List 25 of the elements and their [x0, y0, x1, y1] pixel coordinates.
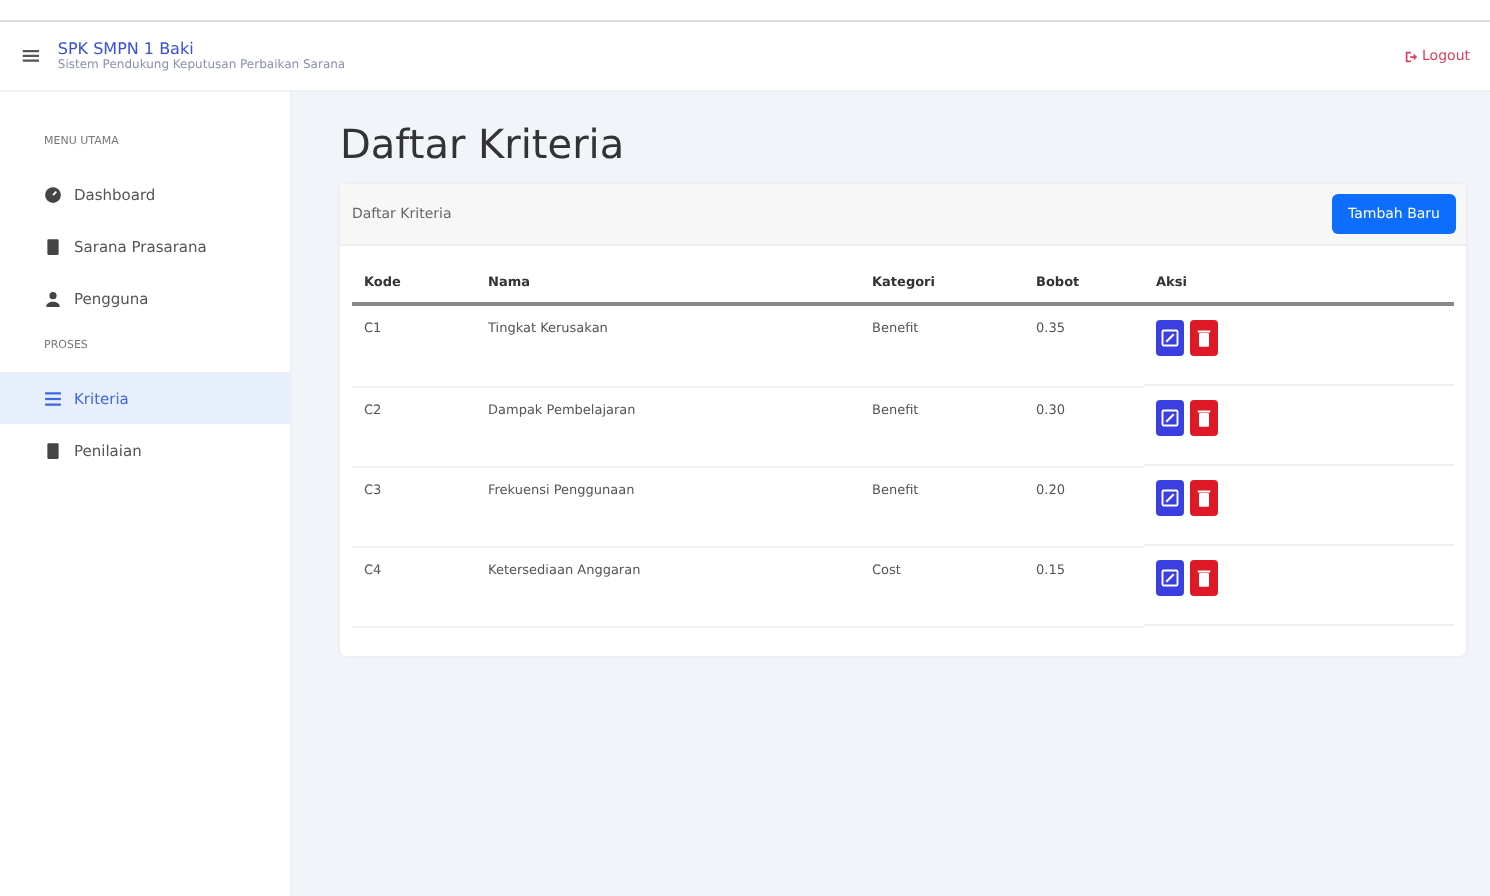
edit-icon	[1160, 328, 1180, 348]
delete-button[interactable]	[1190, 320, 1218, 356]
edit-button[interactable]	[1156, 320, 1184, 356]
trash-icon	[1194, 488, 1214, 508]
app-title: SPK SMPN 1 Baki	[57, 40, 196, 58]
edit-button[interactable]	[1156, 480, 1184, 516]
edit-icon	[1160, 488, 1180, 508]
document-icon	[44, 237, 62, 255]
user-icon	[44, 289, 62, 307]
gauge-icon	[44, 185, 62, 203]
delete-button[interactable]	[1190, 400, 1218, 436]
document-icon	[44, 441, 62, 459]
list-icon	[44, 389, 62, 407]
trash-icon	[1194, 568, 1214, 588]
edit-button[interactable]	[1156, 400, 1184, 436]
edit-button[interactable]	[1156, 560, 1184, 596]
trash-icon	[1194, 408, 1214, 428]
delete-button[interactable]	[1190, 560, 1218, 596]
edit-icon	[1160, 408, 1180, 428]
menu-button[interactable]: ≡	[20, 41, 42, 71]
trash-icon	[1194, 328, 1214, 348]
edit-icon	[1160, 568, 1180, 588]
delete-button[interactable]	[1190, 480, 1218, 516]
page-title: Daftar Kriteria	[340, 120, 627, 168]
logout-icon	[1404, 49, 1419, 63]
